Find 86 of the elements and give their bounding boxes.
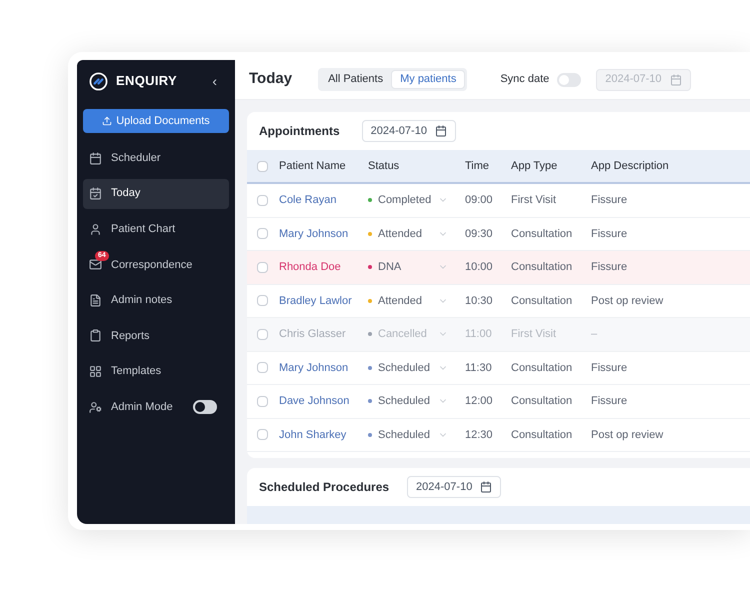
column-header: App Type	[511, 158, 558, 174]
patient-name-link[interactable]: Dave Johnson	[279, 393, 368, 410]
upload-icon	[102, 116, 112, 126]
row-checkbox[interactable]	[257, 228, 268, 240]
patient-name-link[interactable]: Rhonda Doe	[279, 259, 368, 276]
status-text: Scheduled	[378, 428, 431, 442]
status-text: Attended	[378, 294, 424, 308]
status-text: Scheduled	[378, 360, 431, 376]
date-field[interactable]: 2024-07-10	[407, 476, 502, 498]
user-gear-icon	[89, 400, 102, 414]
card-title: Appointments	[259, 123, 340, 140]
brand-name: ENQUIRY	[116, 72, 178, 90]
clipboard-icon	[89, 329, 102, 342]
status-text: DNA	[378, 260, 402, 275]
sidebar-item[interactable]: Today	[83, 178, 229, 209]
app-description-cell-text: Post op review	[591, 428, 664, 442]
app-description-cell-text: Fissure	[591, 193, 628, 208]
patient-name-link[interactable]: John Sharkey	[279, 426, 368, 443]
time-cell-text: 09:00	[465, 193, 494, 208]
patient-name-link[interactable]: Cole Rayan	[279, 192, 368, 208]
app-type-cell-text: Consultation	[511, 226, 574, 242]
row-checkbox[interactable]	[257, 262, 268, 273]
logo-icon	[89, 72, 108, 90]
row-checkbox[interactable]	[257, 194, 268, 206]
column-header: App Description	[591, 158, 669, 174]
column-header: Status	[368, 158, 400, 174]
column-header: Patient Name	[279, 158, 347, 174]
row-checkbox[interactable]	[257, 328, 268, 340]
app-description-cell-text: Fissure	[591, 394, 628, 409]
page-title: Today	[249, 69, 292, 90]
calendar-icon	[670, 74, 682, 86]
status-text: Scheduled	[378, 394, 431, 409]
date-field[interactable]: 2024-07-10	[362, 120, 456, 142]
time-cell-text: 10:30	[465, 294, 494, 308]
app-type-cell-text: First Visit	[511, 327, 558, 342]
app-description-cell-text: Fissure	[591, 226, 628, 242]
time-cell-text: 12:00	[465, 394, 494, 409]
app-type-cell-text: Consultation	[511, 394, 574, 409]
app-description-cell-text: Fissure	[591, 360, 628, 376]
time-cell-text: 12:30	[465, 428, 494, 442]
calendar-check-icon	[89, 187, 102, 200]
app-description-cell-text: Post op review	[591, 294, 664, 308]
toggle-switch[interactable]	[193, 400, 217, 414]
row-checkbox[interactable]	[257, 295, 268, 306]
patient-name-link[interactable]: Bradley Lawlor	[279, 292, 368, 309]
app-description-cell-text: –	[591, 327, 598, 342]
card-title: Scheduled Procedures	[259, 479, 390, 496]
app-type-cell-text: Consultation	[511, 260, 574, 275]
time-cell-text: 11:00	[465, 327, 493, 342]
filter-tab[interactable]: All Patients	[320, 70, 392, 89]
column-header: Time	[465, 158, 490, 174]
row-checkbox[interactable]	[257, 429, 268, 440]
time-cell-text: 09:30	[465, 226, 494, 242]
status-text: Cancelled	[378, 327, 428, 342]
app-type-cell-text: Consultation	[511, 428, 574, 442]
row-checkbox[interactable]	[257, 396, 268, 407]
toggle-switch[interactable]	[557, 72, 582, 86]
calendar-icon	[434, 125, 447, 137]
time-cell-text: 11:30	[465, 360, 493, 376]
calendar-icon	[480, 481, 492, 493]
sidebar-item[interactable]: Admin Mode	[83, 392, 229, 422]
time-cell-text: 10:00	[465, 260, 494, 275]
sidebar-item[interactable]: Admin notes	[83, 285, 229, 316]
person-icon	[89, 222, 102, 236]
upload-documents-button[interactable]: Upload Documents	[83, 109, 229, 133]
app-type-cell-text: Consultation	[511, 360, 574, 376]
sync-date-label: Sync date	[500, 72, 550, 88]
document-icon	[89, 294, 102, 307]
app-type-cell-text: Consultation	[511, 294, 574, 308]
row-checkbox[interactable]	[257, 362, 268, 374]
envelope-icon	[89, 258, 102, 272]
patient-name-link[interactable]: Mary Johnson	[279, 360, 368, 376]
status-text: Attended	[378, 226, 424, 242]
sidebar-item[interactable]: Scheduler	[83, 143, 229, 173]
patient-name-link[interactable]: Mary Johnson	[279, 226, 368, 242]
filter-tab[interactable]: My patients	[391, 70, 466, 89]
app-description-cell-text: Fissure	[591, 260, 628, 275]
select-all-checkbox[interactable]	[257, 160, 268, 172]
sidebar-item[interactable]: Reports	[83, 320, 229, 351]
collapse-button[interactable]: ‹	[212, 70, 217, 92]
status-text: Completed	[378, 193, 432, 208]
calendar-icon	[89, 152, 102, 164]
sidebar-item[interactable]: Templates	[83, 356, 229, 387]
sidebar-item[interactable]: Patient Chart	[83, 214, 229, 244]
grid-icon	[89, 365, 102, 378]
app-type-cell-text: First Visit	[511, 193, 558, 208]
